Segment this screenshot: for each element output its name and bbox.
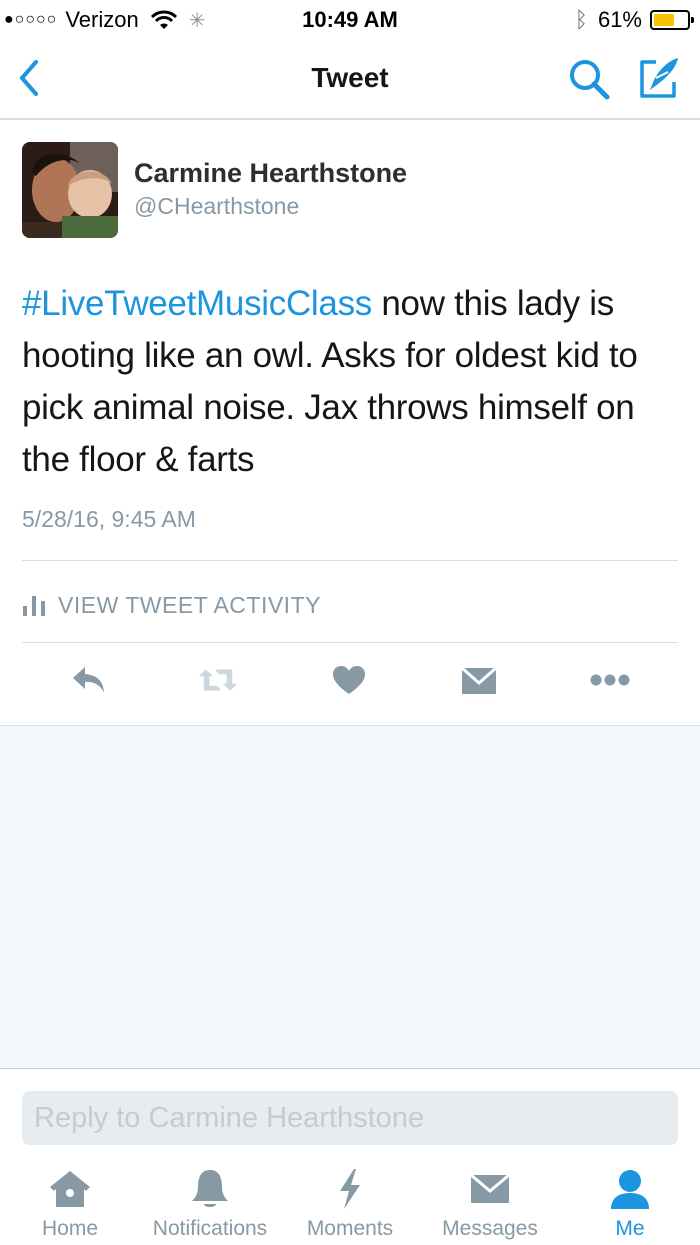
bluetooth-icon: ᛒ — [574, 7, 588, 32]
view-tweet-activity-label: VIEW TWEET ACTIVITY — [58, 591, 321, 618]
divider — [22, 642, 678, 643]
status-bar: ●○○○○ Verizon ✳ 10:49 AM ᛒ 61% — [0, 0, 700, 40]
navigation-bar: Tweet — [0, 40, 700, 120]
tab-label: Notifications — [152, 1217, 268, 1240]
hashtag-link[interactable]: #LiveTweetMusicClass — [22, 284, 372, 323]
tab-notifications[interactable]: Notifications — [140, 1167, 280, 1243]
more-dots-icon — [590, 674, 630, 686]
tab-moments[interactable]: Moments — [280, 1167, 420, 1243]
view-tweet-activity-link[interactable]: VIEW TWEET ACTIVITY — [22, 590, 321, 620]
tab-me[interactable]: Me — [560, 1167, 700, 1243]
status-right: ᛒ 61% — [574, 7, 694, 33]
tab-label: Moments — [306, 1217, 394, 1240]
home-icon — [50, 1171, 90, 1207]
author-handle[interactable]: @CHearthstone — [134, 193, 299, 220]
lightning-icon — [340, 1169, 360, 1209]
envelope-icon — [470, 1173, 510, 1203]
reply-icon — [73, 667, 104, 692]
tab-label: Me — [615, 1217, 645, 1240]
bell-icon — [192, 1170, 228, 1207]
battery-icon — [650, 10, 694, 30]
envelope-icon — [461, 666, 497, 694]
retweet-button[interactable] — [198, 660, 238, 700]
tab-messages[interactable]: Messages — [420, 1167, 560, 1243]
battery-fill — [654, 14, 674, 26]
like-button[interactable] — [329, 660, 369, 700]
tweet-text: #LiveTweetMusicClass now this lady is ho… — [22, 278, 682, 486]
avatar[interactable] — [22, 142, 118, 238]
heart-icon — [333, 666, 365, 694]
tweet-timestamp: 5/28/16, 9:45 AM — [22, 506, 196, 532]
tab-label: Messages — [442, 1217, 538, 1240]
more-options-button[interactable] — [590, 660, 630, 700]
battery-percent: 61% — [597, 7, 642, 32]
reply-input[interactable] — [22, 1091, 678, 1145]
person-icon — [611, 1170, 649, 1209]
retweet-icon — [198, 669, 238, 691]
author-name[interactable]: Carmine Hearthstone — [134, 158, 407, 189]
reply-and-tab-bar: Home Notifications Moments Messages Me — [0, 1068, 700, 1245]
analytics-bars-icon — [23, 596, 45, 616]
tweet-detail: Carmine Hearthstone @CHearthstone #LiveT… — [0, 120, 700, 726]
tab-label: Home — [41, 1217, 99, 1240]
reply-button[interactable] — [69, 660, 109, 700]
search-icon[interactable] — [566, 56, 612, 102]
compose-tweet-icon[interactable] — [634, 54, 684, 104]
direct-message-button[interactable] — [459, 660, 499, 700]
tab-home[interactable]: Home — [0, 1167, 140, 1243]
avatar-photo — [22, 142, 118, 238]
divider — [22, 560, 678, 561]
